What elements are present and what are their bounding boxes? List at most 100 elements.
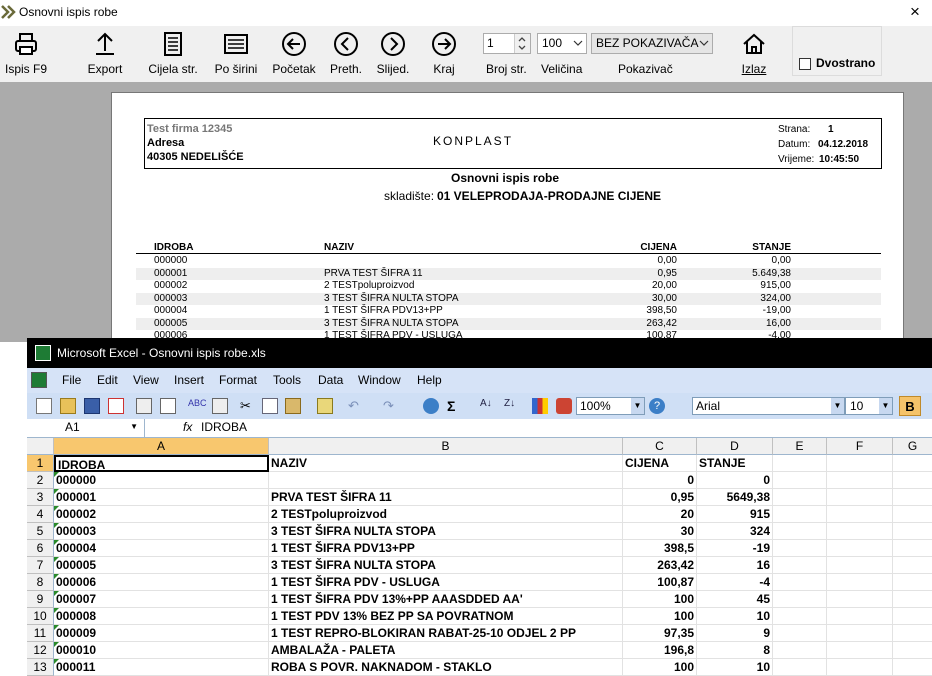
font-size-box[interactable]: 10 ▼	[845, 397, 893, 415]
row-header[interactable]: 7	[27, 557, 54, 574]
chart-wizard-icon[interactable]	[532, 398, 548, 414]
row-header[interactable]: 8	[27, 574, 54, 591]
empty-cell[interactable]	[827, 659, 893, 676]
empty-cell[interactable]	[773, 472, 827, 489]
cut-icon[interactable]: ✂	[240, 398, 256, 414]
menu-view[interactable]: View	[133, 373, 159, 387]
cell-d[interactable]: -4	[697, 574, 773, 591]
exit-button[interactable]: Izlaz	[732, 26, 776, 82]
empty-cell[interactable]	[827, 472, 893, 489]
empty-cell[interactable]	[773, 455, 827, 472]
cell-a[interactable]: 000004	[54, 540, 269, 557]
spreadsheet-grid[interactable]: A B C D E F G 1 IDROBA NAZIV CIJENA STANJE 2 000000 0 0…	[27, 438, 932, 676]
print-preview-icon[interactable]	[160, 398, 176, 414]
cell-b[interactable]: ROBA S POVR. NAKNADOM - STAKLO	[269, 659, 623, 676]
row-header[interactable]: 12	[27, 642, 54, 659]
last-page-button[interactable]: Kraj	[424, 26, 464, 82]
row-header[interactable]: 3	[27, 489, 54, 506]
cell-d[interactable]: STANJE	[697, 455, 773, 472]
close-window-button[interactable]: ×	[910, 2, 920, 22]
cell-b[interactable]: 1 TEST ŠIFRA PDV13+PP	[269, 540, 623, 557]
prev-page-button[interactable]: Preth.	[324, 26, 368, 82]
sort-descending-icon[interactable]: Z↓	[504, 398, 520, 414]
cell-b[interactable]: 1 TEST PDV 13% BEZ PP SA POVRATNOM	[269, 608, 623, 625]
menu-data[interactable]: Data	[318, 373, 343, 387]
cell-b[interactable]: 2 TESTpoluproizvod	[269, 506, 623, 523]
cell-b[interactable]: NAZIV	[269, 455, 623, 472]
empty-cell[interactable]	[773, 489, 827, 506]
save-icon[interactable]	[84, 398, 100, 414]
menu-window[interactable]: Window	[358, 373, 401, 387]
column-header[interactable]: C	[623, 438, 697, 455]
cell-a[interactable]: 000011	[54, 659, 269, 676]
empty-cell[interactable]	[773, 608, 827, 625]
cell-c[interactable]: 196,8	[623, 642, 697, 659]
empty-cell[interactable]	[773, 506, 827, 523]
fx-icon[interactable]: fx	[183, 420, 192, 434]
cell-a[interactable]: 000010	[54, 642, 269, 659]
row-header[interactable]: 11	[27, 625, 54, 642]
new-icon[interactable]	[36, 398, 52, 414]
row-header[interactable]: 13	[27, 659, 54, 676]
redo-icon[interactable]: ↷	[383, 398, 399, 414]
formula-value[interactable]: IDROBA	[201, 420, 247, 434]
cell-c[interactable]: 100	[623, 591, 697, 608]
spinner-arrows-icon[interactable]	[514, 34, 530, 53]
empty-cell[interactable]	[893, 608, 932, 625]
chevron-down-icon[interactable]: ▼	[879, 398, 892, 414]
cell-a[interactable]: IDROBA	[54, 455, 269, 472]
autosum-icon[interactable]: Σ	[447, 398, 463, 414]
zoom-select[interactable]: 100	[537, 33, 587, 54]
menu-insert[interactable]: Insert	[174, 373, 204, 387]
cell-b[interactable]	[269, 472, 623, 489]
cell-a[interactable]: 000002	[54, 506, 269, 523]
cell-c[interactable]: 30	[623, 523, 697, 540]
cell-b[interactable]: 1 TEST ŠIFRA PDV - USLUGA	[269, 574, 623, 591]
cell-c[interactable]: CIJENA	[623, 455, 697, 472]
column-header[interactable]: A	[54, 438, 269, 455]
empty-cell[interactable]	[773, 591, 827, 608]
menu-file[interactable]: File	[62, 373, 81, 387]
duplex-checkbox[interactable]	[799, 58, 811, 70]
first-page-button[interactable]: Početak	[267, 26, 321, 82]
empty-cell[interactable]	[773, 557, 827, 574]
cell-a[interactable]: 000005	[54, 557, 269, 574]
select-all-corner[interactable]	[27, 438, 54, 455]
row-header[interactable]: 4	[27, 506, 54, 523]
empty-cell[interactable]	[893, 625, 932, 642]
empty-cell[interactable]	[827, 574, 893, 591]
open-icon[interactable]	[60, 398, 76, 414]
print-button[interactable]: Ispis F9	[0, 26, 57, 82]
export-button[interactable]: Export	[78, 26, 132, 82]
cell-a[interactable]: 000009	[54, 625, 269, 642]
empty-cell[interactable]	[827, 523, 893, 540]
empty-cell[interactable]	[827, 455, 893, 472]
row-header[interactable]: 5	[27, 523, 54, 540]
cell-d[interactable]: 915	[697, 506, 773, 523]
cell-b[interactable]: 3 TEST ŠIFRA NULTA STOPA	[269, 523, 623, 540]
cell-d[interactable]: 16	[697, 557, 773, 574]
chevron-down-icon[interactable]: ▼	[631, 398, 644, 414]
empty-cell[interactable]	[893, 455, 932, 472]
cell-d[interactable]: 10	[697, 608, 773, 625]
drawing-icon[interactable]	[556, 398, 572, 414]
cell-a[interactable]: 000001	[54, 489, 269, 506]
cell-d[interactable]: 0	[697, 472, 773, 489]
empty-cell[interactable]	[773, 659, 827, 676]
menu-help[interactable]: Help	[417, 373, 442, 387]
page-width-button[interactable]: Po širini	[208, 26, 264, 82]
chevron-down-icon[interactable]: ▼	[831, 398, 844, 414]
row-header[interactable]: 1	[27, 455, 54, 472]
empty-cell[interactable]	[827, 506, 893, 523]
cell-c[interactable]: 0,95	[623, 489, 697, 506]
cell-d[interactable]: 9	[697, 625, 773, 642]
cell-a[interactable]: 000006	[54, 574, 269, 591]
format-painter-icon[interactable]	[317, 398, 333, 414]
cell-d[interactable]: 45	[697, 591, 773, 608]
sort-ascending-icon[interactable]: A↓	[480, 398, 496, 414]
cell-a[interactable]: 000000	[54, 472, 269, 489]
empty-cell[interactable]	[773, 642, 827, 659]
undo-icon[interactable]: ↶	[348, 398, 364, 414]
empty-cell[interactable]	[893, 523, 932, 540]
empty-cell[interactable]	[773, 574, 827, 591]
